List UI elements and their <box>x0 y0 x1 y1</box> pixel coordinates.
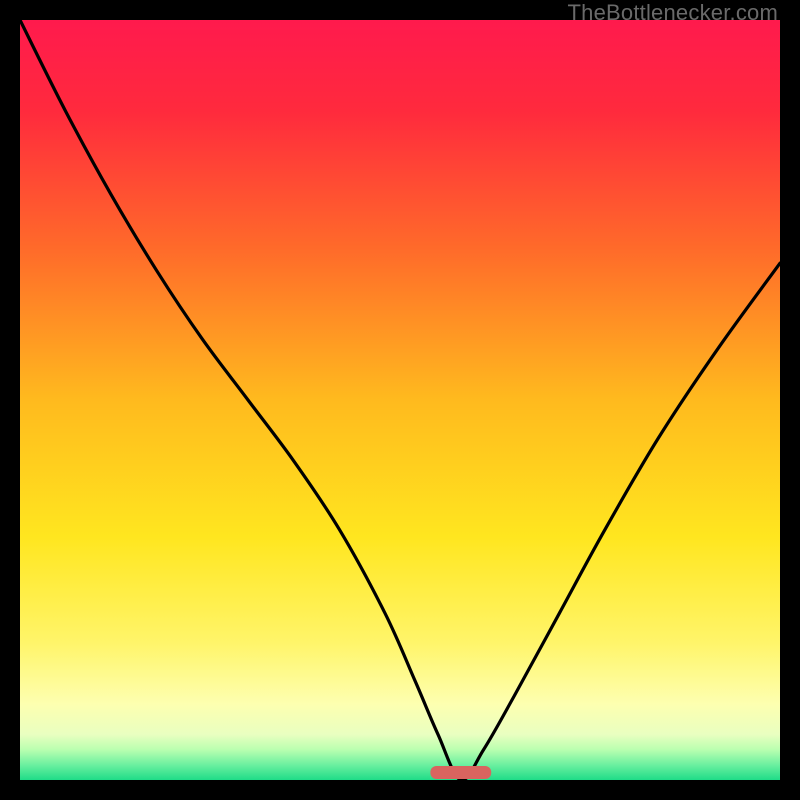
chart-frame <box>20 20 780 780</box>
bottleneck-curve <box>20 20 780 780</box>
chart-svg <box>20 20 780 780</box>
optimal-marker <box>430 766 491 779</box>
